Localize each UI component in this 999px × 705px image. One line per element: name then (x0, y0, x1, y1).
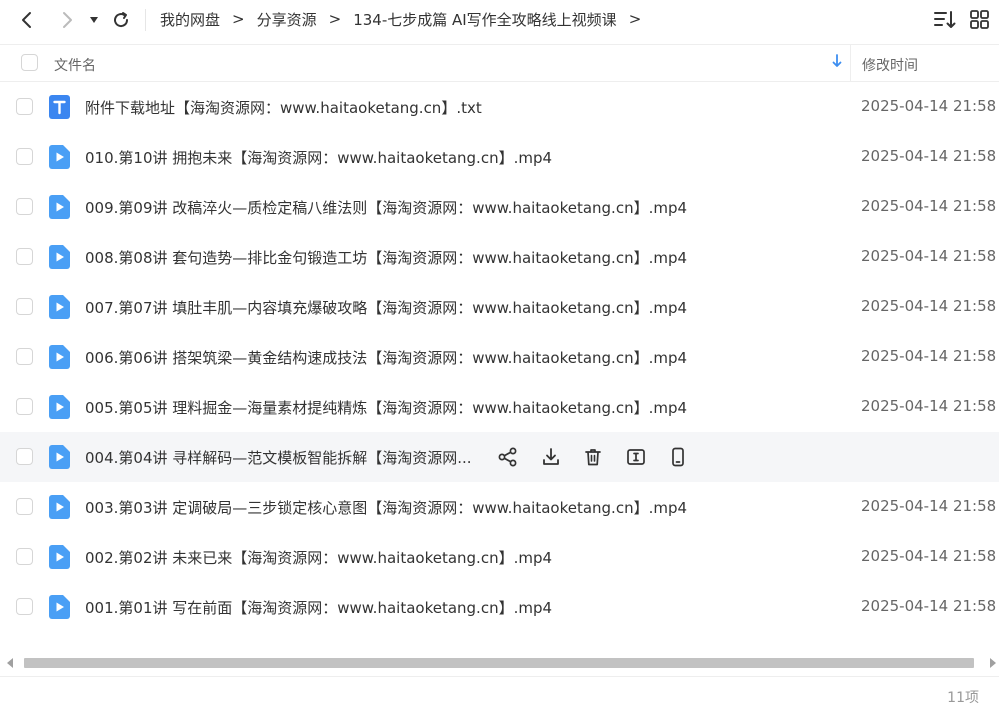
row-checkbox[interactable] (16, 148, 33, 165)
list-item[interactable]: 006.第06讲 搭架筑梁—黄金结构速成技法【海淘资源网：www.haitaok… (0, 332, 999, 382)
file-modified-time: 2025-04-14 21:58 (861, 247, 997, 265)
rename-icon (626, 449, 645, 465)
sort-button[interactable] (934, 10, 956, 34)
file-name[interactable]: 003.第03讲 定调破局—三步锁定核心意图【海淘资源网：www.haitaok… (85, 497, 687, 518)
refresh-icon (114, 12, 129, 28)
video-file-icon (49, 345, 70, 369)
rename-button[interactable] (626, 445, 669, 469)
file-name[interactable]: 001.第01讲 写在前面【海淘资源网：www.haitaoketang.cn】… (85, 597, 552, 618)
column-header-time[interactable]: 修改时间 (862, 55, 918, 75)
file-modified-time: 2025-04-14 21:58 (861, 597, 997, 615)
refresh-button[interactable] (110, 7, 132, 33)
video-file-icon (49, 495, 70, 519)
list-item[interactable]: 009.第09讲 改稿淬火—质检定稿八维法则【海淘资源网：www.haitaok… (0, 182, 999, 232)
list-item-hovered[interactable]: 004.第04讲 寻样解码—范文模板智能拆解【海淘资源网... (0, 432, 999, 482)
delete-icon (585, 449, 601, 466)
chevron-right-icon: > (328, 10, 342, 28)
file-modified-time: 2025-04-14 21:58 (861, 197, 997, 215)
file-name[interactable]: 005.第05讲 理料掘金—海量素材提纯精炼【海淘资源网：www.haitaok… (85, 397, 687, 418)
list-item[interactable]: 003.第03讲 定调破局—三步锁定核心意图【海淘资源网：www.haitaok… (0, 482, 999, 532)
row-checkbox[interactable] (16, 548, 33, 565)
row-checkbox[interactable] (16, 598, 33, 615)
scrollbar-thumb[interactable] (24, 658, 974, 668)
video-file-icon (49, 245, 70, 269)
status-bar: 11项 (0, 676, 999, 705)
list-item[interactable]: 附件下载地址【海淘资源网：www.haitaoketang.cn】.txt 20… (0, 82, 999, 132)
list-header: 文件名 修改时间 (0, 44, 999, 82)
mobile-icon (672, 447, 684, 467)
file-name[interactable]: 006.第06讲 搭架筑梁—黄金结构速成技法【海淘资源网：www.haitaok… (85, 347, 687, 368)
row-checkbox[interactable] (16, 248, 33, 265)
list-item[interactable]: 001.第01讲 写在前面【海淘资源网：www.haitaoketang.cn】… (0, 582, 999, 632)
file-modified-time: 2025-04-14 21:58 (861, 547, 997, 565)
file-modified-time: 2025-04-14 21:58 (861, 297, 997, 315)
file-list: 附件下载地址【海淘资源网：www.haitaoketang.cn】.txt 20… (0, 82, 999, 632)
row-checkbox[interactable] (16, 298, 33, 315)
sort-icon (934, 11, 956, 28)
file-modified-time: 2025-04-14 21:58 (861, 347, 997, 365)
row-checkbox[interactable] (16, 398, 33, 415)
item-count: 11项 (947, 690, 979, 705)
horizontal-scrollbar[interactable] (0, 654, 999, 672)
chevron-right-icon[interactable]: > (629, 10, 642, 28)
download-icon (542, 448, 559, 465)
grid-icon (970, 10, 989, 29)
file-name[interactable]: 008.第08讲 套句造势—排比金句锻造工坊【海淘资源网：www.haitaok… (85, 247, 687, 268)
video-file-icon (49, 145, 70, 169)
chevron-right-icon: > (232, 10, 245, 28)
toolbar: 我的网盘 > 分享资源 > 134-七步成篇 AI写作全攻略线上视频课 > (0, 0, 999, 40)
row-checkbox[interactable] (16, 98, 33, 115)
toolbar-divider (145, 9, 146, 31)
download-button[interactable] (541, 445, 584, 469)
file-name[interactable]: 009.第09讲 改稿淬火—质检定稿八维法则【海淘资源网：www.haitaok… (85, 197, 687, 218)
file-modified-time: 2025-04-14 21:58 (861, 497, 997, 515)
send-to-mobile-button[interactable] (668, 445, 711, 469)
file-modified-time: 2025-04-14 21:58 (861, 397, 997, 415)
column-header-name[interactable]: 文件名 (54, 55, 96, 75)
select-all-checkbox[interactable] (21, 54, 38, 71)
file-name[interactable]: 007.第07讲 填肚丰肌—内容填充爆破攻略【海淘资源网：www.haitaok… (85, 297, 687, 318)
txt-file-icon (49, 95, 70, 119)
scroll-right-icon[interactable] (989, 657, 997, 669)
breadcrumb-item-root[interactable]: 我的网盘 (160, 9, 220, 30)
list-item[interactable]: 010.第10讲 拥抱未来【海淘资源网：www.haitaoketang.cn】… (0, 132, 999, 182)
row-checkbox[interactable] (16, 498, 33, 515)
list-item[interactable]: 008.第08讲 套句造势—排比金句锻造工坊【海淘资源网：www.haitaok… (0, 232, 999, 282)
row-checkbox[interactable] (16, 198, 33, 215)
video-file-icon (49, 295, 70, 319)
column-divider[interactable] (850, 45, 851, 82)
caret-down-icon (90, 17, 98, 23)
list-item[interactable]: 007.第07讲 填肚丰肌—内容填充爆破攻略【海淘资源网：www.haitaok… (0, 282, 999, 332)
breadcrumb-item-share[interactable]: 分享资源 (257, 9, 317, 30)
scroll-left-icon[interactable] (6, 657, 14, 669)
video-file-icon (49, 195, 70, 219)
back-button[interactable] (16, 7, 38, 33)
breadcrumb: 我的网盘 > 分享资源 > 134-七步成篇 AI写作全攻略线上视频课 > (160, 0, 653, 38)
file-name[interactable]: 附件下载地址【海淘资源网：www.haitaoketang.cn】.txt (85, 97, 482, 118)
file-modified-time: 2025-04-14 21:58 (861, 97, 997, 115)
breadcrumb-item-current[interactable]: 134-七步成篇 AI写作全攻略线上视频课 (353, 9, 617, 30)
arrow-right-icon (63, 12, 72, 28)
list-item[interactable]: 005.第05讲 理料掘金—海量素材提纯精炼【海淘资源网：www.haitaok… (0, 382, 999, 432)
forward-button[interactable] (56, 7, 78, 33)
history-dropdown[interactable] (87, 7, 101, 33)
delete-button[interactable] (583, 445, 626, 469)
row-actions (498, 445, 711, 469)
sort-desc-icon[interactable] (832, 54, 842, 72)
row-checkbox[interactable] (16, 348, 33, 365)
share-icon (498, 447, 517, 467)
file-name[interactable]: 004.第04讲 寻样解码—范文模板智能拆解【海淘资源网... (85, 447, 472, 468)
grid-view-button[interactable] (970, 10, 989, 33)
share-button[interactable] (498, 445, 541, 469)
video-file-icon (49, 595, 70, 619)
file-name[interactable]: 002.第02讲 未来已来【海淘资源网：www.haitaoketang.cn】… (85, 547, 552, 568)
list-item[interactable]: 002.第02讲 未来已来【海淘资源网：www.haitaoketang.cn】… (0, 532, 999, 582)
file-modified-time: 2025-04-14 21:58 (861, 147, 997, 165)
video-file-icon (49, 395, 70, 419)
video-file-icon (49, 545, 70, 569)
row-checkbox[interactable] (16, 448, 33, 465)
file-name[interactable]: 010.第10讲 拥抱未来【海淘资源网：www.haitaoketang.cn】… (85, 147, 552, 168)
video-file-icon (49, 445, 70, 469)
arrow-left-icon (22, 12, 31, 28)
